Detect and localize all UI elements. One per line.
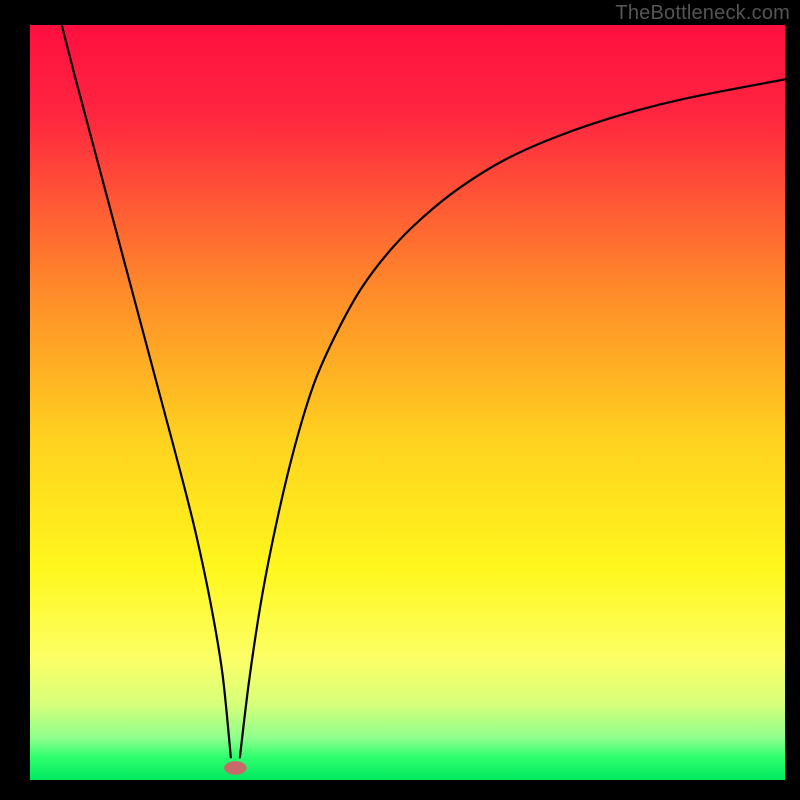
minimum-marker xyxy=(224,761,247,775)
bottleneck-chart xyxy=(0,0,800,800)
plot-background xyxy=(30,25,785,780)
chart-frame: TheBottleneck.com xyxy=(0,0,800,800)
watermark-text: TheBottleneck.com xyxy=(615,2,790,25)
